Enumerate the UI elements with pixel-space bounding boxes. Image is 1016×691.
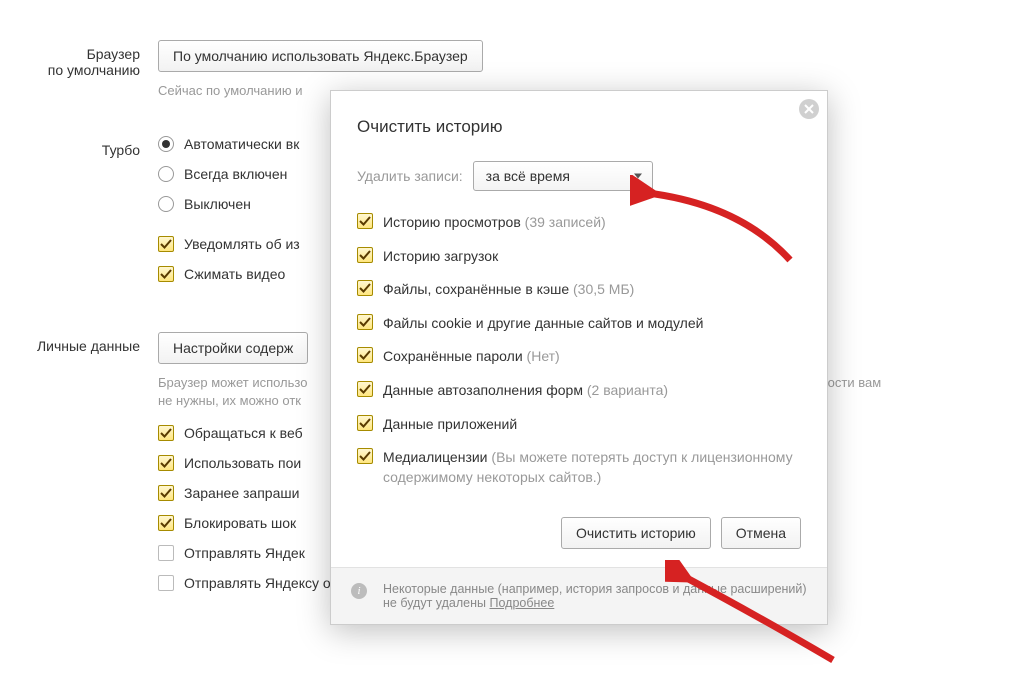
checkbox-icon [357,415,373,431]
cancel-button[interactable]: Отмена [721,517,801,549]
radio-icon [158,166,174,182]
item-label: Файлы cookie и другие данные сайтов и мо… [383,315,703,331]
clear-items-list: Историю просмотров (39 записей) Историю … [357,213,801,487]
checkbox-icon [357,247,373,263]
clear-item-media-licenses[interactable]: Медиалицензии (Вы можете потерять доступ… [357,448,801,487]
clear-item-cookies[interactable]: Файлы cookie и другие данные сайтов и мо… [357,314,801,334]
radio-label: Автоматически вк [184,136,299,152]
close-icon[interactable] [799,99,819,119]
checkbox-icon [158,575,174,591]
item-suffix: (Нет) [527,348,560,364]
setting-label-turbo: Турбо [0,136,158,296]
clear-history-modal: Очистить историю Удалить записи: за всё … [330,90,828,625]
checkbox-icon [158,485,174,501]
checkbox-icon [158,425,174,441]
footer-more-link[interactable]: Подробнее [489,596,554,610]
item-suffix: (2 варианта) [587,382,668,398]
radio-icon [158,136,174,152]
content-settings-button[interactable]: Настройки содерж [158,332,308,364]
checkbox-icon [357,213,373,229]
item-label: Данные автозаполнения форм [383,382,583,398]
clear-item-autofill[interactable]: Данные автозаполнения форм (2 варианта) [357,381,801,401]
period-row: Удалить записи: за всё время [357,161,801,191]
checkbox-label: Сжимать видео [184,266,285,282]
clear-item-passwords[interactable]: Сохранённые пароли (Нет) [357,347,801,367]
set-default-browser-button[interactable]: По умолчанию использовать Яндекс.Браузер [158,40,483,72]
info-icon: i [351,583,367,599]
item-label: Медиалицензии [383,449,488,465]
setting-label-personal: Личные данные [0,332,158,604]
checkbox-icon [357,381,373,397]
checkbox-label: Уведомлять об из [184,236,300,252]
radio-label: Всегда включен [184,166,287,182]
footer-text: Некоторые данные (например, история запр… [383,582,807,610]
item-suffix: (30,5 МБ) [573,281,634,297]
clear-item-downloads[interactable]: Историю загрузок [357,247,801,267]
checkbox-icon [158,266,174,282]
item-label: Историю просмотров [383,214,521,230]
clear-item-browsing[interactable]: Историю просмотров (39 записей) [357,213,801,233]
checkbox-label: Использовать пои [184,455,301,471]
period-select[interactable]: за всё время [473,161,653,191]
checkbox-icon [158,545,174,561]
setting-label-default-browser: Браузер по умолчанию [0,40,158,100]
checkbox-label: Заранее запраши [184,485,299,501]
personal-hint-line1: Браузер может использо [158,375,307,390]
period-label: Удалить записи: [357,168,463,184]
period-select-value: за всё время [486,168,570,184]
item-label: Данные приложений [383,416,517,432]
radio-icon [158,196,174,212]
item-label: Историю загрузок [383,248,498,264]
item-label: Сохранённые пароли [383,348,523,364]
chevron-down-icon [634,174,642,179]
modal-actions: Очистить историю Отмена [357,517,801,549]
item-suffix: (39 записей) [525,214,606,230]
checkbox-icon [158,515,174,531]
modal-title: Очистить историю [357,117,801,137]
clear-history-button[interactable]: Очистить историю [561,517,711,549]
checkbox-icon [357,347,373,363]
item-label: Файлы, сохранённые в кэше [383,281,569,297]
checkbox-label: Обращаться к веб [184,425,303,441]
radio-label: Выключен [184,196,251,212]
modal-footer: i Некоторые данные (например, история за… [331,567,827,624]
checkbox-label: Блокировать шок [184,515,296,531]
checkbox-icon [357,314,373,330]
checkbox-icon [158,455,174,471]
clear-item-appdata[interactable]: Данные приложений [357,415,801,435]
checkbox-label: Отправлять Яндек [184,545,305,561]
personal-hint-line2: не нужны, их можно отк [158,393,301,408]
checkbox-icon [357,280,373,296]
clear-item-cache[interactable]: Файлы, сохранённые в кэше (30,5 МБ) [357,280,801,300]
checkbox-icon [357,448,373,464]
checkbox-icon [158,236,174,252]
